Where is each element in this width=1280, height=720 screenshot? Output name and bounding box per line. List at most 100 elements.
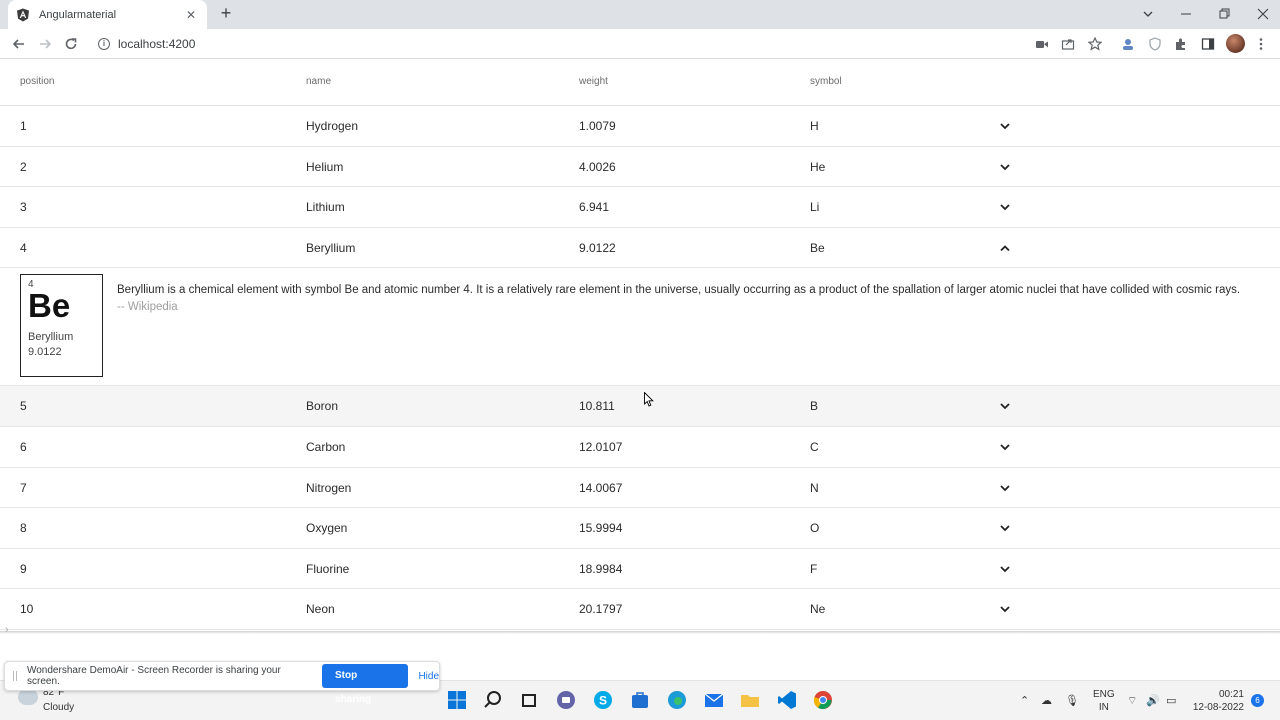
cell-weight: 14.0067 bbox=[579, 480, 623, 495]
table-row[interactable]: 7 Nitrogen 14.0067 N bbox=[0, 468, 1280, 509]
cell-name: Nitrogen bbox=[306, 480, 352, 495]
show-hidden-icons-icon[interactable]: ⌃ bbox=[1020, 694, 1029, 707]
table-row[interactable]: 10 Neon 20.1797 Ne bbox=[0, 589, 1280, 630]
drag-handle-icon[interactable] bbox=[13, 671, 17, 681]
chevron-up-icon[interactable] bbox=[998, 242, 1012, 254]
element-description: Beryllium is a chemical element with sym… bbox=[117, 282, 1242, 316]
cell-name: Hydrogen bbox=[306, 119, 359, 133]
screen-share-bar: Wondershare DemoAir - Screen Recorder is… bbox=[4, 661, 440, 705]
reload-icon[interactable] bbox=[62, 35, 80, 53]
stop-sharing-button[interactable]: Stop sharing bbox=[322, 664, 409, 705]
header-weight[interactable]: weight bbox=[579, 76, 608, 87]
chevron-down-icon[interactable] bbox=[998, 522, 1012, 534]
table-row[interactable]: 2 Helium 4.0026 He bbox=[0, 147, 1280, 188]
chevron-down-icon[interactable] bbox=[998, 201, 1012, 213]
chevron-down-icon[interactable] bbox=[998, 441, 1012, 453]
browser-tab[interactable]: Angularmaterial ✕ bbox=[8, 0, 207, 29]
new-tab-button[interactable]: + bbox=[216, 4, 236, 24]
file-explorer-icon[interactable] bbox=[739, 689, 761, 711]
profile-extension-icon[interactable] bbox=[1121, 37, 1135, 51]
language-indicator[interactable]: ENG IN bbox=[1093, 688, 1115, 714]
close-window-icon[interactable] bbox=[1253, 7, 1273, 21]
chevron-down-icon[interactable] bbox=[998, 400, 1012, 412]
element-card-symbol: Be bbox=[28, 287, 71, 325]
address-bar[interactable]: i localhost:4200 bbox=[90, 32, 1100, 56]
chevron-down-icon[interactable] bbox=[998, 563, 1012, 575]
tab-search-icon[interactable] bbox=[1138, 7, 1158, 21]
description-attribution: -- Wikipedia bbox=[117, 301, 178, 314]
table-row[interactable]: 4 Beryllium 9.0122 Be bbox=[0, 228, 1280, 269]
tab-title: Angularmaterial bbox=[39, 8, 117, 21]
user-avatar[interactable] bbox=[1226, 34, 1245, 53]
hide-button[interactable]: Hide bbox=[418, 671, 439, 682]
header-name[interactable]: name bbox=[306, 76, 331, 87]
cell-position: 5 bbox=[20, 399, 27, 414]
vscode-icon[interactable] bbox=[776, 689, 798, 711]
bookmark-star-icon[interactable] bbox=[1088, 37, 1102, 51]
table-row[interactable]: 5 Boron 10.811 B bbox=[0, 386, 1280, 427]
back-icon[interactable] bbox=[10, 35, 28, 53]
restore-icon[interactable] bbox=[1214, 7, 1234, 21]
microsoft-store-icon[interactable] bbox=[629, 689, 651, 711]
chevron-down-icon[interactable] bbox=[998, 161, 1012, 173]
mail-icon[interactable] bbox=[703, 689, 725, 711]
volume-icon[interactable]: 🔊 bbox=[1146, 694, 1160, 707]
site-info-icon[interactable]: i bbox=[98, 38, 110, 50]
description-text: Beryllium is a chemical element with sym… bbox=[117, 284, 1241, 297]
side-panel-icon[interactable] bbox=[1201, 37, 1215, 51]
angular-logo-icon bbox=[17, 8, 29, 21]
expanded-detail: 4 Be Beryllium 9.0122 Beryllium is a che… bbox=[0, 268, 1280, 387]
cell-name: Oxygen bbox=[306, 521, 348, 536]
table-row[interactable]: 9 Fluorine 18.9984 F bbox=[0, 549, 1280, 590]
cell-symbol: Be bbox=[810, 240, 825, 255]
side-expand-arrow-icon[interactable]: › bbox=[5, 624, 9, 636]
notification-badge[interactable]: 6 bbox=[1251, 694, 1264, 707]
chevron-down-icon[interactable] bbox=[998, 603, 1012, 615]
extensions-puzzle-icon[interactable] bbox=[1174, 37, 1188, 51]
table-row[interactable]: 3 Lithium 6.941 Li bbox=[0, 187, 1280, 228]
windows-start-icon[interactable] bbox=[446, 689, 468, 711]
shield-extension-icon[interactable] bbox=[1148, 37, 1162, 51]
close-tab-icon[interactable]: ✕ bbox=[183, 8, 199, 22]
cell-symbol: H bbox=[810, 119, 819, 133]
chevron-down-icon[interactable] bbox=[998, 482, 1012, 494]
table-row[interactable]: 6 Carbon 12.0107 C bbox=[0, 427, 1280, 468]
system-clock[interactable]: 00:21 12-08-2022 bbox=[1190, 688, 1244, 714]
forward-icon[interactable] bbox=[36, 35, 54, 53]
cell-position: 3 bbox=[20, 200, 27, 215]
onedrive-icon[interactable]: ☁ bbox=[1041, 694, 1052, 707]
table-bottom-shadow bbox=[0, 631, 1280, 634]
page-content: position name weight symbol 1 Hydrogen 1.0… bbox=[0, 60, 1280, 636]
task-view-icon[interactable] bbox=[518, 689, 540, 711]
clock-date: 12-08-2022 bbox=[1192, 702, 1244, 713]
header-symbol[interactable]: symbol bbox=[810, 76, 842, 87]
share-icon[interactable] bbox=[1061, 37, 1075, 51]
table-row[interactable]: 1 Hydrogen 1.0079 H bbox=[0, 106, 1280, 147]
cell-weight: 1.0079 bbox=[579, 119, 616, 133]
cell-position: 4 bbox=[20, 240, 27, 255]
camera-icon[interactable] bbox=[1035, 37, 1049, 51]
battery-icon[interactable]: ▭ bbox=[1166, 694, 1176, 707]
chrome-icon[interactable] bbox=[812, 689, 834, 711]
cell-symbol: Li bbox=[810, 200, 820, 215]
cell-name: Beryllium bbox=[306, 240, 356, 255]
table-row[interactable]: 8 Oxygen 15.9994 O bbox=[0, 508, 1280, 549]
edge-browser-icon[interactable] bbox=[666, 689, 688, 711]
chevron-down-icon[interactable] bbox=[998, 120, 1012, 132]
cell-name: Boron bbox=[306, 399, 339, 414]
header-position[interactable]: position bbox=[20, 76, 54, 87]
browser-toolbar: i localhost:4200 bbox=[0, 29, 1280, 59]
teams-chat-icon[interactable] bbox=[555, 689, 577, 711]
minimize-icon[interactable] bbox=[1176, 7, 1196, 21]
weather-condition: Cloudy bbox=[43, 702, 75, 713]
cell-symbol: O bbox=[810, 521, 820, 536]
cell-position: 9 bbox=[20, 561, 27, 576]
elements-table: position name weight symbol 1 Hydrogen 1.0… bbox=[0, 60, 1280, 630]
cell-name: Neon bbox=[306, 602, 335, 617]
skype-icon[interactable]: S bbox=[592, 689, 614, 711]
search-icon[interactable] bbox=[482, 689, 504, 711]
microphone-icon[interactable]: 🎙 bbox=[1065, 694, 1079, 707]
more-menu-icon[interactable] bbox=[1254, 37, 1268, 51]
wifi-icon[interactable]: ⌔ bbox=[1127, 694, 1137, 708]
cell-position: 6 bbox=[20, 439, 27, 454]
